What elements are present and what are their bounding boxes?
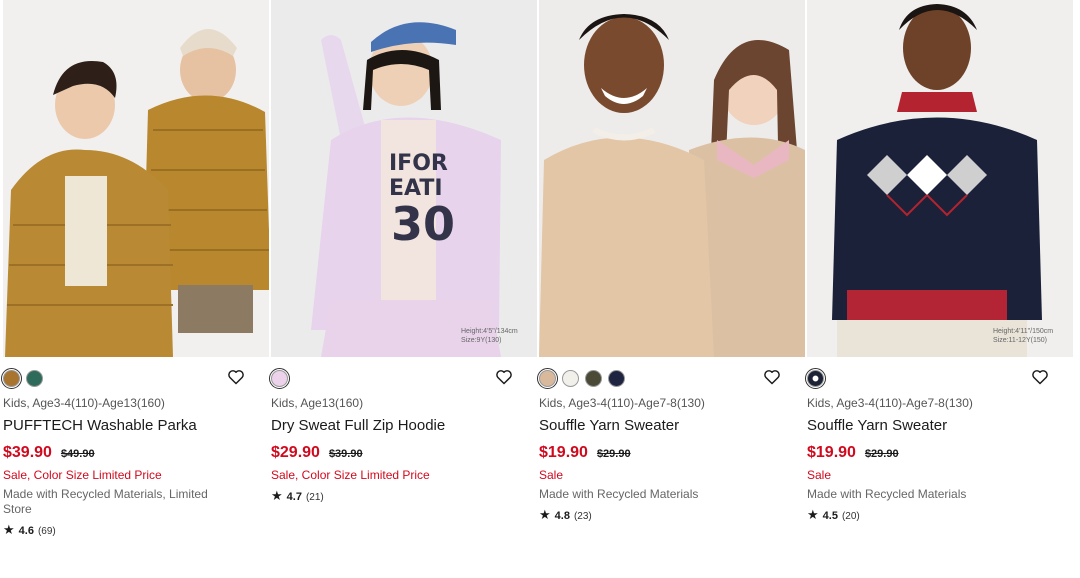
star-icon: ★ [3, 522, 15, 537]
rating-score: 4.5 [822, 510, 838, 522]
product-flags: Made with Recycled Materials, Limited St… [3, 487, 208, 516]
svg-text:IFOR: IFOR [389, 151, 448, 176]
rating: ★ 4.6 (69) [3, 522, 271, 538]
star-icon: ★ [807, 507, 819, 522]
original-price: $29.90 [596, 448, 631, 460]
rating: ★ 4.5 (20) [807, 507, 1075, 523]
review-count: (69) [37, 526, 56, 537]
rating: ★ 4.7 (21) [271, 488, 539, 504]
color-swatch[interactable] [805, 367, 826, 389]
heart-outline-icon[interactable] [1031, 369, 1049, 385]
color-swatch[interactable] [608, 369, 625, 387]
color-swatch[interactable] [1, 367, 22, 389]
star-icon: ★ [271, 488, 283, 503]
color-swatch[interactable] [26, 369, 43, 387]
product-card[interactable]: Kids, Age3-4(110)-Age13(160) PUFFTECH Wa… [1, 0, 271, 578]
original-price: $29.90 [864, 448, 899, 460]
promo-label: Sale [539, 468, 564, 482]
review-count: (23) [573, 511, 592, 522]
promo-label: Sale [807, 468, 832, 482]
product-image[interactable]: Height:4'11"/150cm Size:11-12Y(150) [807, 0, 1073, 357]
heart-outline-icon[interactable] [495, 369, 513, 385]
product-image[interactable]: IFOR EATI 30 Height:4'5"/134cm Size:9Y(1… [271, 0, 537, 357]
model-size-caption: Height:4'5"/134cm Size:9Y(130) [461, 328, 518, 344]
product-grid: Kids, Age3-4(110)-Age13(160) PUFFTECH Wa… [0, 0, 1080, 578]
sale-price: $39.90 [3, 444, 52, 461]
age-range: Kids, Age3-4(110)-Age7-8(130) [807, 396, 973, 410]
svg-text:30: 30 [391, 197, 455, 251]
heart-outline-icon[interactable] [227, 369, 245, 385]
product-name[interactable]: PUFFTECH Washable Parka [3, 416, 271, 435]
color-swatch[interactable] [269, 367, 290, 389]
color-swatch[interactable] [585, 369, 602, 387]
review-count: (20) [841, 511, 860, 522]
product-flags: Made with Recycled Materials [539, 487, 699, 501]
product-flags: Made with Recycled Materials [807, 487, 967, 501]
sale-price: $29.90 [271, 444, 320, 461]
promo-label: Sale, Color Size Limited Price [3, 468, 162, 482]
product-name[interactable]: Souffle Yarn Sweater [539, 416, 807, 435]
rating-score: 4.6 [18, 525, 34, 537]
review-count: (21) [305, 492, 324, 503]
original-price: $39.90 [328, 448, 363, 460]
age-range: Kids, Age3-4(110)-Age13(160) [3, 396, 165, 410]
original-price: $49.90 [60, 448, 95, 460]
product-name[interactable]: Dry Sweat Full Zip Hoodie [271, 416, 539, 435]
sale-price: $19.90 [539, 444, 588, 461]
rating-score: 4.7 [286, 491, 302, 503]
heart-outline-icon[interactable] [763, 369, 781, 385]
rating-score: 4.8 [554, 510, 570, 522]
product-card[interactable]: Height:4'11"/150cm Size:11-12Y(150) Kids… [805, 0, 1075, 578]
sale-price: $19.90 [807, 444, 856, 461]
product-card[interactable]: IFOR EATI 30 Height:4'5"/134cm Size:9Y(1… [269, 0, 539, 578]
age-range: Kids, Age3-4(110)-Age7-8(130) [539, 396, 705, 410]
promo-label: Sale, Color Size Limited Price [271, 468, 430, 482]
product-image[interactable] [539, 0, 805, 357]
rating: ★ 4.8 (23) [539, 507, 807, 523]
product-image[interactable] [3, 0, 269, 357]
color-swatch[interactable] [537, 367, 558, 389]
age-range: Kids, Age13(160) [271, 396, 364, 410]
product-card[interactable]: Kids, Age3-4(110)-Age7-8(130) Souffle Ya… [537, 0, 807, 578]
star-icon: ★ [539, 507, 551, 522]
product-name[interactable]: Souffle Yarn Sweater [807, 416, 1075, 435]
model-size-caption: Height:4'11"/150cm Size:11-12Y(150) [993, 328, 1054, 344]
color-swatch[interactable] [562, 369, 579, 387]
